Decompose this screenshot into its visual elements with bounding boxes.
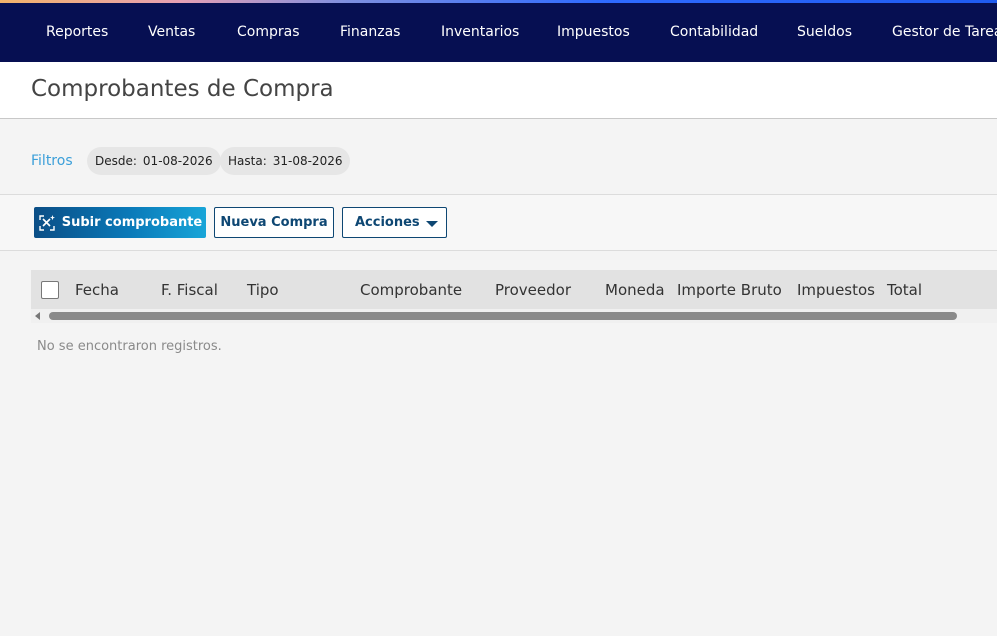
column-header-impuestos[interactable]: Impuestos [797,281,875,299]
nav-item-gestor-de-tareas[interactable]: Gestor de Tarea [892,24,997,40]
ai-sparkle-icon [38,214,56,232]
upload-voucher-label: Subir comprobante [61,215,203,230]
nav-item-ventas[interactable]: Ventas [148,24,195,40]
filter-hasta-label: Hasta: [228,154,267,168]
nav-item-compras[interactable]: Compras [237,24,300,40]
top-navigation-bar: Reportes Ventas Compras Finanzas Inventa… [0,0,997,62]
nav-item-impuestos[interactable]: Impuestos [557,24,630,40]
caret-down-icon [426,221,438,227]
nav-item-contabilidad[interactable]: Contabilidad [670,24,758,40]
column-header-tipo[interactable]: Tipo [247,281,279,299]
nav-item-inventarios[interactable]: Inventarios [441,24,519,40]
column-header-moneda[interactable]: Moneda [605,281,665,299]
column-header-total[interactable]: Total [887,281,922,299]
page-header: Comprobantes de Compra [0,62,997,119]
actions-toolbar: Subir comprobante Nueva Compra Acciones [0,194,997,251]
nav-item-sueldos[interactable]: Sueldos [797,24,852,40]
table-header-row: Fecha F. Fiscal Tipo Comprobante Proveed… [31,270,997,309]
column-header-f-fiscal[interactable]: F. Fiscal [161,281,218,299]
upload-voucher-button[interactable]: Subir comprobante [34,207,206,238]
column-header-fecha[interactable]: Fecha [75,281,119,299]
actions-dropdown-button[interactable]: Acciones [342,207,447,238]
filter-chip-desde[interactable]: Desde: 01-08-2026 [87,147,221,175]
actions-label: Acciones [355,215,420,230]
scrollbar-thumb[interactable] [49,312,957,320]
top-accent-stripe [0,0,997,3]
filter-hasta-value: 31-08-2026 [272,154,343,168]
new-purchase-label: Nueva Compra [220,215,328,230]
filter-desde-label: Desde: [95,154,137,168]
filters-link[interactable]: Filtros [31,153,73,169]
nav-item-finanzas[interactable]: Finanzas [340,24,400,40]
column-header-proveedor[interactable]: Proveedor [495,281,571,299]
empty-table-message: No se encontraron registros. [37,339,222,354]
filter-chip-hasta[interactable]: Hasta: 31-08-2026 [220,147,351,175]
column-header-importe-bruto[interactable]: Importe Bruto [677,281,782,299]
page-title: Comprobantes de Compra [31,76,334,102]
select-all-checkbox[interactable] [41,281,59,299]
nav-item-reportes[interactable]: Reportes [46,24,108,40]
horizontal-scrollbar[interactable] [31,309,997,323]
column-header-comprobante[interactable]: Comprobante [360,281,462,299]
filter-desde-value: 01-08-2026 [142,154,213,168]
new-purchase-button[interactable]: Nueva Compra [214,207,334,238]
scroll-left-arrow-icon[interactable] [35,312,40,320]
